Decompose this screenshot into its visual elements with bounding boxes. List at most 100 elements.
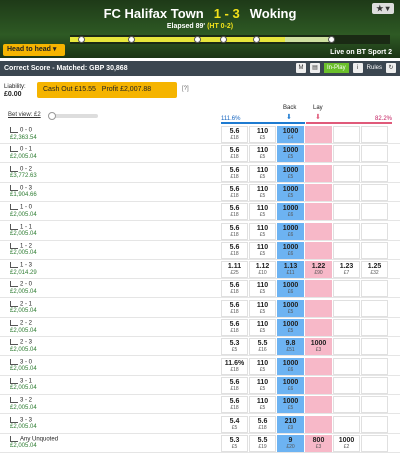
lay-price-cell[interactable] (305, 280, 332, 298)
refresh-icon[interactable]: ↻ (386, 63, 396, 73)
lay-price-cell[interactable] (333, 241, 360, 259)
chart-icon[interactable] (10, 320, 18, 326)
back-price-cell[interactable]: 11.6% £18 (221, 357, 248, 375)
lay-price-cell[interactable]: 1000 £2 (333, 434, 360, 452)
multiples-icon[interactable]: M (295, 63, 306, 73)
lay-price-cell[interactable] (305, 357, 332, 375)
back-price-cell[interactable]: 5.6 £18 (249, 415, 276, 433)
back-price-cell[interactable]: 1000 £5 (277, 145, 304, 163)
lay-price-cell[interactable] (305, 183, 332, 201)
lay-price-cell[interactable]: 800 £3 (305, 434, 332, 452)
lay-price-cell[interactable] (361, 145, 388, 163)
lay-price-cell[interactable] (305, 376, 332, 394)
lay-price-cell[interactable] (333, 145, 360, 163)
back-price-cell[interactable]: 110 £5 (249, 126, 276, 143)
lay-price-cell[interactable] (333, 357, 360, 375)
back-price-cell[interactable]: 1000 £6 (277, 376, 304, 394)
runner-name[interactable]: 1 - 3 £2,014.29 (10, 262, 37, 277)
lay-price-cell[interactable] (333, 415, 360, 433)
cashout-help-link[interactable]: [?] (182, 86, 189, 92)
back-price-cell[interactable]: 1000 £6 (277, 222, 304, 240)
lay-price-cell[interactable] (305, 145, 332, 163)
lay-price-cell[interactable] (305, 299, 332, 317)
back-price-cell[interactable]: 5.6 £18 (221, 280, 248, 298)
lay-price-cell[interactable] (361, 396, 388, 414)
back-price-cell[interactable]: 1000 £4 (277, 126, 304, 143)
lay-price-cell[interactable] (361, 203, 388, 221)
chart-icon[interactable]: ▤ (309, 63, 320, 73)
lay-price-cell[interactable] (333, 126, 360, 143)
back-price-cell[interactable]: 1.13 £11 (277, 261, 304, 279)
runner-name[interactable]: 0 - 3 £1,904.66 (10, 184, 37, 200)
info-icon[interactable]: i (352, 63, 363, 73)
back-price-cell[interactable]: 110 £5 (249, 357, 276, 375)
runner-name[interactable]: 2 - 1 £2,005.04 (10, 300, 37, 316)
chart-icon[interactable] (10, 184, 18, 191)
back-price-cell[interactable]: 1000 £6 (277, 280, 304, 298)
back-price-cell[interactable]: 5.6 £18 (221, 319, 248, 336)
lay-price-cell[interactable] (361, 126, 388, 143)
chart-icon[interactable] (10, 300, 18, 307)
runner-name[interactable]: Any Unquoted £2,005.04 (10, 435, 58, 451)
lay-price-cell[interactable] (305, 415, 332, 433)
runner-name[interactable]: 1 - 1 £2,005.04 (10, 223, 37, 239)
chart-icon[interactable] (10, 397, 18, 404)
back-price-cell[interactable]: 1000 £5 (277, 183, 304, 201)
lay-price-cell[interactable] (305, 126, 332, 143)
lay-price-cell[interactable] (305, 222, 332, 240)
chart-icon[interactable] (10, 146, 18, 153)
back-price-cell[interactable]: 1000 £5 (277, 299, 304, 317)
runner-name[interactable]: 0 - 1 £2,005.04 (10, 146, 37, 161)
back-price-cell[interactable]: 5.4 £5 (221, 415, 248, 433)
lay-price-cell[interactable] (361, 299, 388, 317)
lay-price-cell[interactable] (333, 396, 360, 414)
chart-icon[interactable] (10, 204, 18, 211)
back-price-cell[interactable]: 1000 £6 (277, 357, 304, 375)
lay-price-cell[interactable] (305, 203, 332, 221)
back-price-cell[interactable]: 110 £5 (249, 299, 276, 317)
back-price-cell[interactable]: 5.6 £18 (221, 203, 248, 221)
back-price-cell[interactable]: 5.3 £5 (221, 338, 248, 356)
lay-price-cell[interactable] (333, 183, 360, 201)
back-price-cell[interactable]: 5.5 £16 (249, 338, 276, 356)
lay-price-cell[interactable] (333, 164, 360, 182)
lay-price-cell[interactable] (333, 280, 360, 298)
lay-price-cell[interactable]: 1.23 £7 (333, 261, 360, 279)
runner-name[interactable]: 3 - 0 £2,005.04 (10, 358, 37, 374)
lay-price-cell[interactable] (305, 164, 332, 182)
runner-name[interactable]: 3 - 3 £2,005.04 (10, 416, 37, 432)
runner-name[interactable]: 1 - 0 £2,005.04 (10, 204, 37, 219)
chart-icon[interactable] (10, 416, 18, 423)
rules-link[interactable]: Rules (367, 65, 382, 71)
head-to-head-button[interactable]: Head to head ▾ (3, 44, 65, 56)
runner-name[interactable]: 3 - 2 £2,005.04 (10, 397, 37, 412)
bet-view-slider[interactable] (48, 112, 98, 120)
lay-price-cell[interactable] (333, 376, 360, 394)
chart-icon[interactable] (10, 127, 18, 133)
lay-price-cell[interactable] (305, 241, 332, 259)
runner-name[interactable]: 0 - 0 £2,363.54 (10, 127, 37, 142)
back-price-cell[interactable]: 5.6 £18 (221, 299, 248, 317)
runner-name[interactable]: 3 - 1 £2,005.04 (10, 377, 37, 393)
lay-price-cell[interactable] (361, 164, 388, 182)
chart-icon[interactable] (10, 223, 18, 230)
back-price-cell[interactable]: 110 £5 (249, 396, 276, 414)
back-price-cell[interactable]: 5.6 £18 (221, 222, 248, 240)
back-price-cell[interactable]: 5.6 £18 (221, 164, 248, 182)
chart-icon[interactable] (10, 242, 18, 249)
cash-out-button[interactable]: Cash Out £15.55 Profit £2,007.88 (37, 82, 177, 98)
back-price-cell[interactable]: 110 £5 (249, 222, 276, 240)
runner-name[interactable]: 2 - 0 £2,005.04 (10, 281, 37, 296)
chart-icon[interactable] (10, 262, 18, 269)
lay-price-cell[interactable] (333, 203, 360, 221)
back-price-cell[interactable]: 1000 £5 (277, 319, 304, 336)
back-price-cell[interactable]: 5.6 £18 (221, 376, 248, 394)
chart-icon[interactable] (10, 358, 18, 365)
back-price-cell[interactable]: 9.8 £51 (277, 338, 304, 356)
lay-price-cell[interactable] (361, 183, 388, 201)
lay-price-cell[interactable] (361, 415, 388, 433)
runner-name[interactable]: 0 - 2 £3,772.63 (10, 165, 37, 181)
lay-price-cell[interactable] (361, 376, 388, 394)
back-price-cell[interactable]: 1000 £6 (277, 203, 304, 221)
runner-name[interactable]: 2 - 3 £2,005.04 (10, 339, 37, 354)
